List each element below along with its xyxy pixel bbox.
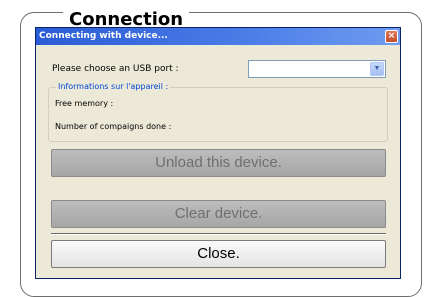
usb-port-label: Please choose an USB port :	[52, 64, 179, 74]
free-memory-label: Free memory :	[55, 99, 114, 108]
close-icon[interactable]: ×	[385, 30, 398, 43]
unload-device-button[interactable]: Unload this device.	[51, 149, 386, 177]
device-info-legend: Informations sur l'appareil :	[56, 82, 171, 91]
clear-device-button[interactable]: Clear device.	[51, 200, 386, 228]
window-titlebar: Connecting with device...	[36, 28, 400, 45]
device-info-group: Informations sur l'appareil : Free memor…	[48, 82, 388, 142]
separator-line	[51, 233, 386, 235]
chevron-down-icon[interactable]: ▼	[370, 62, 384, 76]
dialog-window: Connecting with device... × Please choos…	[35, 27, 401, 279]
campaigns-label: Number of compaigns done :	[55, 122, 172, 131]
usb-port-select[interactable]: ▼	[248, 60, 386, 78]
window-title: Connecting with device...	[39, 31, 168, 41]
close-button[interactable]: Close.	[51, 240, 386, 268]
